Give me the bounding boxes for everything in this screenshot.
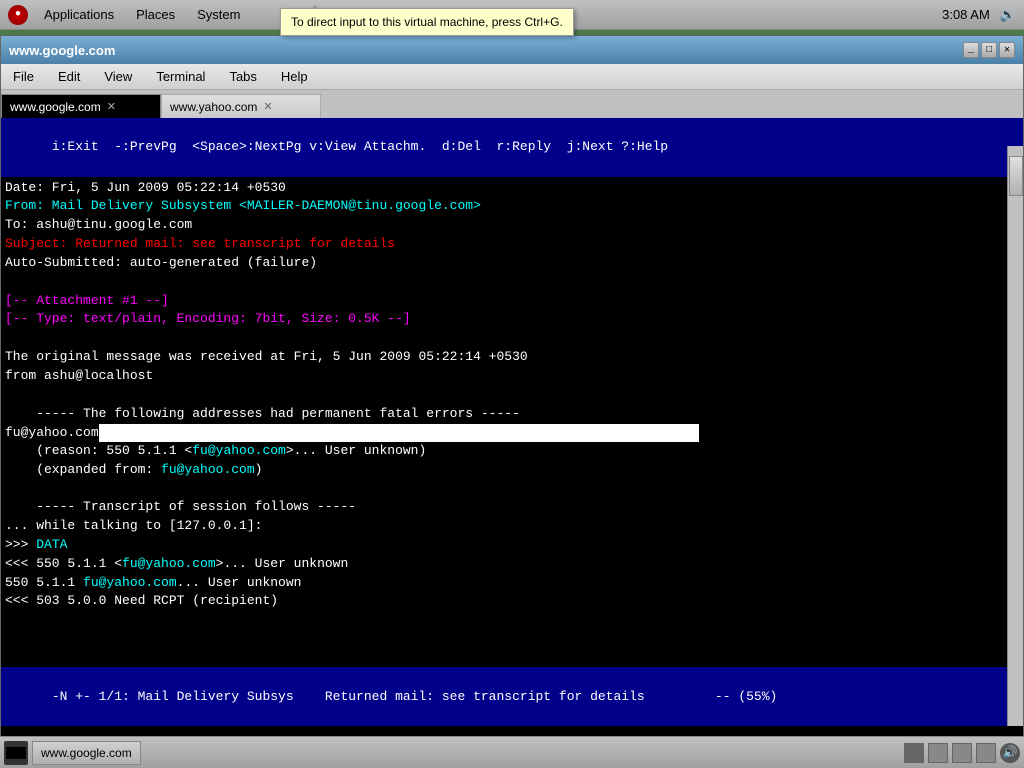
taskbar-icon [4, 741, 28, 765]
system-logo: ● [8, 5, 28, 25]
line-date: Date: Fri, 5 Jun 2009 05:22:14 +0530 [5, 179, 1019, 198]
system-bar-left: ● Applications Places System [8, 5, 246, 25]
taskbar-sq4[interactable] [976, 743, 996, 763]
line-subject: Subject: Returned mail: see transcript f… [5, 235, 1019, 254]
scrollbar-thumb[interactable] [1009, 156, 1023, 196]
tab-google[interactable]: www.google.com ✕ [1, 94, 161, 118]
line-original: The original message was received at Fri… [5, 348, 1019, 367]
taskbar-btn-label: www.google.com [41, 746, 132, 760]
tooltip-text: To direct input to this virtual machine,… [291, 15, 563, 29]
menu-terminal[interactable]: Terminal [152, 67, 209, 86]
tab-google-label: www.google.com [10, 100, 101, 114]
tab-yahoo-close[interactable]: ✕ [263, 100, 272, 113]
line-from-local: from ashu@localhost [5, 367, 1019, 386]
tabs-bar: www.google.com ✕ www.yahoo.com ✕ [1, 90, 1023, 118]
line-550-2: 550 5.1.1 fu@yahoo.com... User unknown [5, 574, 1019, 593]
menu-view[interactable]: View [100, 67, 136, 86]
clock: 3:08 AM [942, 7, 990, 22]
window-buttons: _ □ ✕ [961, 42, 1015, 58]
line-auto: Auto-Submitted: auto-generated (failure) [5, 254, 1019, 273]
line-fu-yahoo-selected: fu@yahoo.com [5, 424, 1019, 442]
system-menu[interactable]: System [191, 5, 246, 24]
line-addresses-header: ----- The following addresses had perman… [5, 405, 1019, 424]
minimize-button[interactable]: _ [963, 42, 979, 58]
line-blank2 [5, 329, 1019, 348]
line-attachment1: [-- Attachment #1 --] [5, 292, 1019, 311]
tab-google-close[interactable]: ✕ [107, 100, 116, 113]
line-transcript-header: ----- Transcript of session follows ----… [5, 498, 1019, 517]
terminal-window: www.google.com _ □ ✕ File Edit View Term… [0, 35, 1024, 755]
taskbar: www.google.com 🔊 [0, 736, 1024, 768]
line-blank4 [5, 479, 1019, 498]
status-bar-bottom: -N +- 1/1: Mail Delivery Subsys Returned… [1, 667, 1023, 726]
status-bar-top: i:Exit -:PrevPg <Space>:NextPg v:View At… [1, 118, 1023, 177]
taskbar-terminal-btn[interactable]: www.google.com [32, 741, 141, 765]
close-button[interactable]: ✕ [999, 42, 1015, 58]
applications-menu[interactable]: Applications [38, 5, 120, 24]
maximize-button[interactable]: □ [981, 42, 997, 58]
line-expanded: (expanded from: fu@yahoo.com) [5, 461, 1019, 480]
line-550-1: <<< 550 5.1.1 <fu@yahoo.com>... User unk… [5, 555, 1019, 574]
taskbar-sq3[interactable] [952, 743, 972, 763]
taskbar-sq2[interactable] [928, 743, 948, 763]
menu-edit[interactable]: Edit [54, 67, 84, 86]
terminal-content[interactable]: i:Exit -:PrevPg <Space>:NextPg v:View At… [1, 118, 1023, 726]
system-bar-right: 3:08 AM 🔊 [942, 7, 1016, 23]
menu-tabs[interactable]: Tabs [225, 67, 260, 86]
line-talking: ... while talking to [127.0.0.1]: [5, 517, 1019, 536]
terminal-titlebar: www.google.com _ □ ✕ [1, 36, 1023, 64]
line-from: From: Mail Delivery Subsystem <MAILER-DA… [5, 197, 1019, 216]
line-blank1 [5, 273, 1019, 292]
terminal-title: www.google.com [9, 43, 115, 58]
menu-help[interactable]: Help [277, 67, 312, 86]
tab-yahoo[interactable]: www.yahoo.com ✕ [161, 94, 321, 118]
status-top-text: i:Exit -:PrevPg <Space>:NextPg v:View At… [52, 139, 668, 154]
line-reason: (reason: 550 5.1.1 <fu@yahoo.com>... Use… [5, 442, 1019, 461]
menu-bar: File Edit View Terminal Tabs Help [1, 64, 1023, 90]
places-menu[interactable]: Places [130, 5, 181, 24]
line-503: <<< 503 5.0.0 Need RCPT (recipient) [5, 592, 1019, 611]
status-bottom-text: -N +- 1/1: Mail Delivery Subsys Returned… [52, 689, 778, 704]
tooltip: To direct input to this virtual machine,… [280, 8, 574, 36]
taskbar-volume[interactable]: 🔊 [1000, 743, 1020, 763]
line-attachment2: [-- Type: text/plain, Encoding: 7bit, Si… [5, 310, 1019, 329]
taskbar-right: 🔊 [904, 743, 1020, 763]
menu-file[interactable]: File [9, 67, 38, 86]
tab-yahoo-label: www.yahoo.com [170, 100, 257, 114]
line-data: >>> DATA [5, 536, 1019, 555]
line-blank3 [5, 386, 1019, 405]
line-to: To: ashu@tinu.google.com [5, 216, 1019, 235]
scrollbar[interactable] [1007, 146, 1023, 726]
taskbar-sq1[interactable] [904, 743, 924, 763]
volume-icon[interactable]: 🔊 [1000, 7, 1016, 23]
email-content: Date: Fri, 5 Jun 2009 05:22:14 +0530 Fro… [1, 177, 1023, 614]
